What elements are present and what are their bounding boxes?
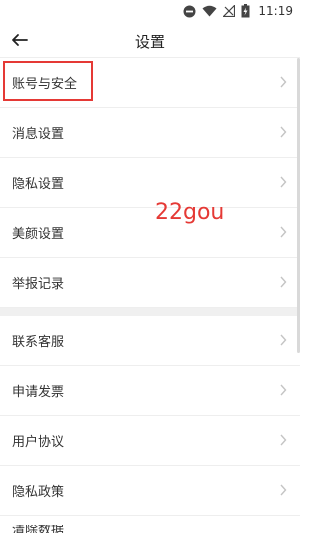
row-label: 消息设置 <box>12 127 65 142</box>
settings-section-2: 联系客服申请发票用户协议隐私政策 <box>0 316 300 516</box>
row-label: 隐私设置 <box>12 177 65 192</box>
row-beauty-settings[interactable]: 美颜设置 <box>0 208 300 258</box>
row-apply-invoice[interactable]: 申请发票 <box>0 366 300 416</box>
no-signal-icon <box>223 5 236 17</box>
chevron-right-icon <box>280 384 287 396</box>
battery-icon <box>241 4 250 18</box>
partial-row-label: 清除数据 <box>12 525 65 533</box>
scrollbar[interactable] <box>297 58 300 353</box>
chevron-right-icon <box>280 434 287 446</box>
do-not-disturb-icon <box>183 5 196 17</box>
row-label: 用户协议 <box>12 435 65 450</box>
status-icons: 11:19 <box>183 3 293 19</box>
chevron-right-icon <box>280 484 287 496</box>
row-privacy-settings[interactable]: 隐私设置 <box>0 158 300 208</box>
chevron-right-icon <box>280 76 287 88</box>
status-time: 11:19 <box>258 4 293 18</box>
settings-list: 账号与安全消息设置隐私设置美颜设置举报记录 联系客服申请发票用户协议隐私政策 <box>0 58 300 516</box>
chevron-right-icon <box>280 176 287 188</box>
chevron-right-icon <box>280 334 287 346</box>
watermark-text: 22gou <box>155 200 225 225</box>
list-item-partial[interactable]: 清除数据 <box>0 525 300 533</box>
section-divider <box>0 308 300 316</box>
row-account-security[interactable]: 账号与安全 <box>0 58 300 108</box>
row-label: 联系客服 <box>12 335 65 350</box>
row-contact-service[interactable]: 联系客服 <box>0 316 300 366</box>
page-title: 设置 <box>134 33 165 51</box>
row-message-settings[interactable]: 消息设置 <box>0 108 300 158</box>
chevron-right-icon <box>280 276 287 288</box>
settings-section-1: 账号与安全消息设置隐私设置美颜设置举报记录 <box>0 58 300 308</box>
wifi-icon <box>202 5 217 17</box>
header-bar: 设置 <box>0 22 300 58</box>
row-label: 隐私政策 <box>12 485 65 500</box>
row-label: 账号与安全 <box>12 77 78 92</box>
row-label: 美颜设置 <box>12 227 65 242</box>
chevron-right-icon <box>280 226 287 238</box>
row-label: 申请发票 <box>12 385 65 400</box>
row-label: 举报记录 <box>12 277 65 292</box>
row-privacy-policy[interactable]: 隐私政策 <box>0 466 300 516</box>
chevron-right-icon <box>280 126 287 138</box>
row-user-agreement[interactable]: 用户协议 <box>0 416 300 466</box>
row-report-records[interactable]: 举报记录 <box>0 258 300 308</box>
status-bar: 11:19 <box>0 0 300 22</box>
